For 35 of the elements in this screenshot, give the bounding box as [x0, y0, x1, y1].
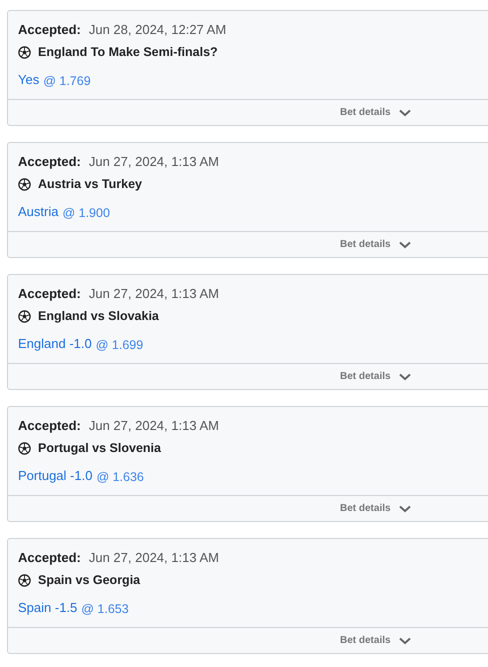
odds: @ 1.636 [96, 468, 144, 486]
accepted-label: Accepted: [18, 549, 81, 568]
soccer-ball-icon [18, 46, 31, 58]
bet-details-toggle[interactable]: Bet details [340, 501, 411, 516]
odds: @ 1.769 [43, 72, 91, 90]
bet-details-toggle[interactable]: Bet details [340, 633, 411, 648]
accepted-label: Accepted: [18, 153, 81, 172]
event-name: Spain vs Georgia [38, 572, 140, 589]
accepted-label: Accepted: [18, 417, 81, 436]
event-name: England To Make Semi-finals? [38, 44, 218, 61]
soccer-ball-icon [18, 310, 31, 322]
selection: Yes [18, 71, 40, 89]
selection: England -1.0 [18, 335, 92, 353]
soccer-ball-icon [18, 574, 31, 586]
selection: Spain -1.5 [18, 599, 78, 617]
selection: Austria [18, 203, 58, 221]
event-name: Austria vs Turkey [38, 176, 142, 193]
accepted-time: Jun 28, 2024, 12:27 AM [88, 21, 226, 40]
selection: Portugal -1.0 [18, 467, 92, 485]
odds: @ 1.900 [62, 204, 110, 222]
bet-details-toggle[interactable]: Bet details [340, 369, 411, 384]
event-name: Portugal vs Slovenia [38, 440, 161, 457]
accepted-time: Jun 27, 2024, 1:13 AM [88, 285, 219, 304]
accepted-label: Accepted: [18, 285, 81, 304]
soccer-ball-icon [18, 442, 31, 454]
soccer-ball-icon [18, 178, 31, 190]
accepted-time: Jun 27, 2024, 1:13 AM [88, 417, 219, 436]
bet-details-toggle[interactable]: Bet details [340, 105, 411, 120]
accepted-time: Jun 27, 2024, 1:13 AM [88, 153, 219, 172]
bet-details-toggle[interactable]: Bet details [340, 237, 411, 252]
odds: @ 1.699 [96, 336, 144, 354]
event-name: England vs Slovakia [38, 308, 159, 325]
odds: @ 1.653 [81, 600, 129, 618]
accepted-label: Accepted: [18, 21, 81, 40]
accepted-time: Jun 27, 2024, 1:13 AM [88, 549, 219, 568]
